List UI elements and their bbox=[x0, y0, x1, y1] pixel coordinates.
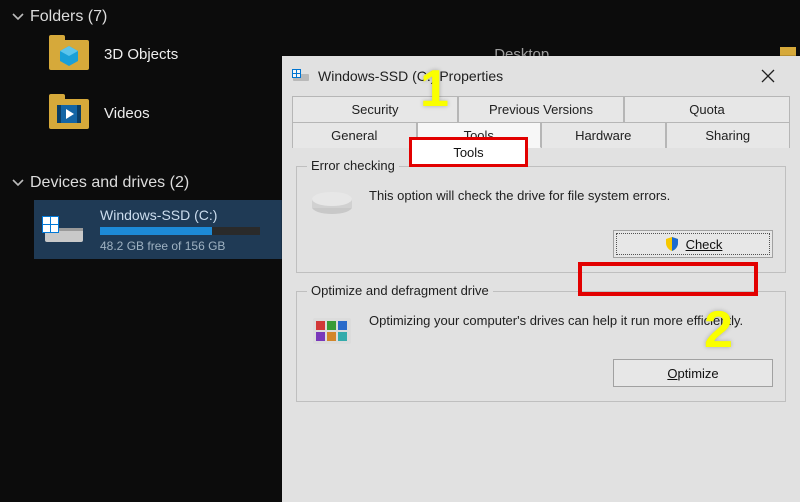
defrag-icon bbox=[309, 312, 355, 351]
chevron-down-icon bbox=[12, 11, 24, 23]
drive-free-space: 48.2 GB free of 156 GB bbox=[100, 239, 260, 253]
shield-icon bbox=[664, 236, 680, 252]
close-icon bbox=[761, 69, 775, 83]
folder-label: Videos bbox=[104, 105, 150, 122]
tab-general[interactable]: General bbox=[292, 122, 417, 148]
group-legend: Error checking bbox=[307, 158, 399, 173]
folders-section-header[interactable]: Folders (7) bbox=[12, 8, 790, 26]
folder-label: 3D Objects bbox=[104, 46, 178, 63]
tab-tools[interactable]: Tools bbox=[417, 122, 542, 148]
devices-section-title: Devices and drives (2) bbox=[30, 174, 189, 192]
chevron-down-icon bbox=[12, 177, 24, 189]
dialog-title: Windows-SSD (C:) Properties bbox=[318, 68, 503, 84]
optimize-button-label: ptimize bbox=[677, 366, 718, 381]
folder-item-3d-objects[interactable]: 3D Objects bbox=[48, 34, 178, 75]
tab-previous-versions[interactable]: Previous Versions bbox=[458, 96, 624, 122]
optimize-button[interactable]: Optimize bbox=[613, 359, 773, 387]
tab-security[interactable]: Security bbox=[292, 96, 458, 122]
drive-item-c[interactable]: Windows-SSD (C:) 48.2 GB free of 156 GB bbox=[34, 200, 286, 259]
tab-sharing[interactable]: Sharing bbox=[666, 122, 791, 148]
check-button-label: Check bbox=[686, 237, 723, 252]
folder-icon bbox=[48, 34, 90, 75]
folder-icon bbox=[48, 93, 90, 134]
dialog-titlebar[interactable]: Windows-SSD (C:) Properties bbox=[282, 56, 800, 96]
folders-section-title: Folders (7) bbox=[30, 8, 107, 26]
close-button[interactable] bbox=[746, 61, 790, 91]
drive-icon bbox=[292, 66, 310, 87]
drive-flat-icon bbox=[309, 187, 355, 222]
group-text: This option will check the drive for fil… bbox=[369, 187, 773, 205]
properties-dialog: Windows-SSD (C:) Properties Security Pre… bbox=[282, 56, 800, 502]
drive-name: Windows-SSD (C:) bbox=[100, 207, 260, 223]
folder-item-videos[interactable]: Videos bbox=[48, 93, 178, 134]
drive-icon bbox=[42, 206, 86, 253]
tab-strip: Security Previous Versions Quota General… bbox=[282, 96, 800, 148]
group-optimize: Optimize and defragment drive Optimizing… bbox=[296, 291, 786, 402]
group-legend: Optimize and defragment drive bbox=[307, 283, 493, 298]
group-error-checking: Error checking This option will check th… bbox=[296, 166, 786, 273]
drive-usage-bar bbox=[100, 227, 260, 235]
check-button[interactable]: Check bbox=[613, 230, 773, 258]
tab-hardware[interactable]: Hardware bbox=[541, 122, 666, 148]
group-text: Optimizing your computer's drives can he… bbox=[369, 312, 773, 330]
tab-quota[interactable]: Quota bbox=[624, 96, 790, 122]
